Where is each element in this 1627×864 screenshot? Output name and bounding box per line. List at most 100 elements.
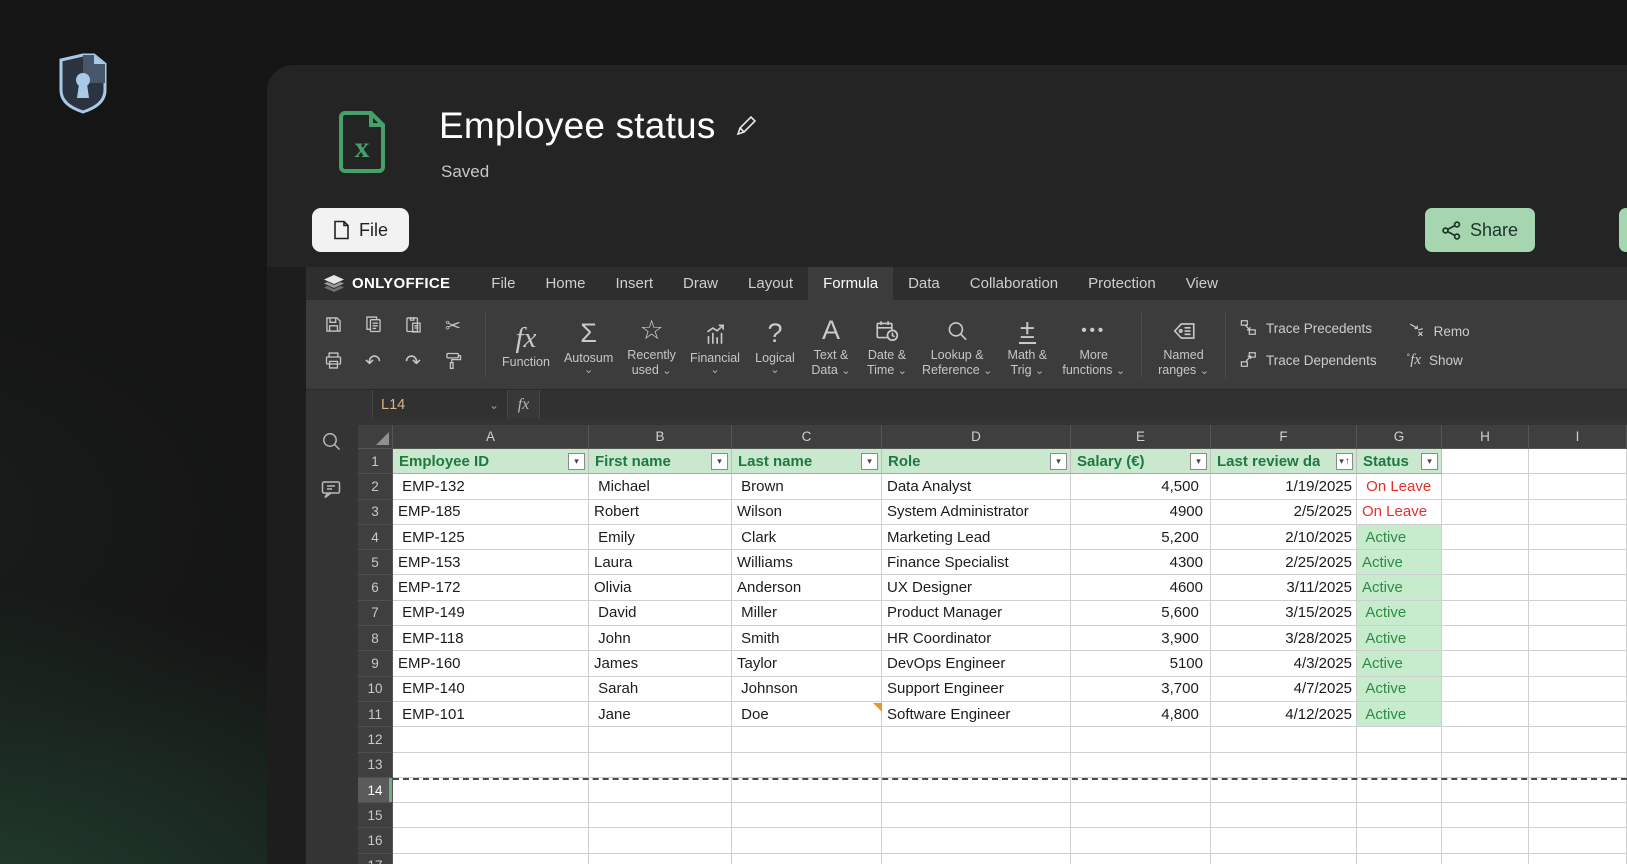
- cell-H12[interactable]: [1442, 727, 1529, 753]
- cell-E6[interactable]: 4600: [1071, 575, 1211, 601]
- tab-home[interactable]: Home: [530, 267, 600, 300]
- cell-A10[interactable]: EMP-140: [393, 676, 589, 702]
- row-header-17[interactable]: 17: [358, 853, 393, 864]
- cell-C2[interactable]: Brown: [732, 474, 882, 500]
- save-button[interactable]: [318, 311, 348, 343]
- recently-used-button[interactable]: ☆ Recently used ⌄: [620, 310, 683, 380]
- cell-I4[interactable]: [1529, 524, 1627, 551]
- row-header-7[interactable]: 7: [358, 600, 393, 627]
- cell-H17[interactable]: [1442, 853, 1529, 864]
- filter-button[interactable]: ▾: [1050, 452, 1067, 470]
- column-header-A[interactable]: A: [393, 425, 589, 449]
- cell-C14[interactable]: [732, 777, 882, 804]
- cell-B9[interactable]: James: [589, 651, 732, 677]
- cell-B2[interactable]: Michael: [589, 474, 732, 500]
- cell-E11[interactable]: 4,800: [1071, 701, 1211, 728]
- cell-A5[interactable]: EMP-153: [393, 550, 589, 576]
- formula-input[interactable]: [540, 390, 1627, 419]
- cell-B6[interactable]: Olivia: [589, 575, 732, 601]
- cell-E17[interactable]: [1071, 853, 1211, 864]
- show-button[interactable]: °fx Show: [1407, 352, 1470, 369]
- row-header-9[interactable]: 9: [358, 651, 393, 677]
- cell-I5[interactable]: [1529, 550, 1627, 576]
- cell-E14[interactable]: [1071, 777, 1211, 804]
- tab-draw[interactable]: Draw: [668, 267, 733, 300]
- row-header-3[interactable]: 3: [358, 499, 393, 525]
- cell-I10[interactable]: [1529, 676, 1627, 702]
- remo-button[interactable]: Remo: [1407, 320, 1470, 342]
- cell-F6[interactable]: 3/11/2025: [1211, 575, 1357, 601]
- cell-D2[interactable]: Data Analyst: [882, 474, 1071, 500]
- lookup-reference-button[interactable]: Lookup & Reference ⌄: [915, 310, 999, 380]
- cell-H14[interactable]: [1442, 777, 1529, 804]
- table-header-cell[interactable]: First name ▾: [589, 449, 732, 475]
- cell-I9[interactable]: [1529, 651, 1627, 677]
- cell-H11[interactable]: [1442, 701, 1529, 728]
- cell-A12[interactable]: [393, 727, 589, 753]
- cell-G11[interactable]: Active: [1357, 701, 1442, 728]
- cell-C3[interactable]: Wilson: [732, 499, 882, 525]
- cell-H10[interactable]: [1442, 676, 1529, 702]
- cell-F17[interactable]: [1211, 853, 1357, 864]
- column-header-G[interactable]: G: [1357, 425, 1442, 449]
- cell-B14[interactable]: [589, 777, 732, 804]
- chevron-down-icon[interactable]: ⌄: [489, 398, 499, 412]
- cell-D12[interactable]: [882, 727, 1071, 753]
- cell-B12[interactable]: [589, 727, 732, 753]
- row-header-4[interactable]: 4: [358, 524, 393, 551]
- trace-precedents-button[interactable]: Trace Precedents: [1239, 318, 1377, 340]
- undo-button[interactable]: ↶: [358, 347, 388, 379]
- cell-D14[interactable]: [882, 777, 1071, 804]
- tab-protection[interactable]: Protection: [1073, 267, 1171, 300]
- cell-G12[interactable]: [1357, 727, 1442, 753]
- cell-C11[interactable]: Doe: [732, 701, 882, 728]
- filter-button[interactable]: ▾: [861, 452, 878, 470]
- column-header-B[interactable]: B: [589, 425, 732, 449]
- tab-formula[interactable]: Formula: [808, 267, 894, 300]
- column-header-I[interactable]: I: [1529, 425, 1627, 449]
- cell-D9[interactable]: DevOps Engineer: [882, 651, 1071, 677]
- cell-F16[interactable]: [1211, 828, 1357, 854]
- cell-I13[interactable]: [1529, 752, 1627, 778]
- autosum-button[interactable]: Σ Autosum ⌄: [557, 313, 620, 377]
- cell-B5[interactable]: Laura: [589, 550, 732, 576]
- table-header-cell[interactable]: Status ▾: [1357, 449, 1442, 475]
- cell-C4[interactable]: Clark: [732, 524, 882, 551]
- cell-H13[interactable]: [1442, 752, 1529, 778]
- cell-C10[interactable]: Johnson: [732, 676, 882, 702]
- cell-D4[interactable]: Marketing Lead: [882, 524, 1071, 551]
- cell-H3[interactable]: [1442, 499, 1529, 525]
- cell-H15[interactable]: [1442, 803, 1529, 829]
- row-header-5[interactable]: 5: [358, 550, 393, 576]
- share-button[interactable]: Share: [1425, 208, 1535, 252]
- cell-G3[interactable]: On Leave: [1357, 499, 1442, 525]
- cell-E5[interactable]: 4300: [1071, 550, 1211, 576]
- named-ranges-button[interactable]: Named ranges ⌄: [1151, 310, 1216, 380]
- column-header-H[interactable]: H: [1442, 425, 1529, 449]
- row-header-8[interactable]: 8: [358, 626, 393, 652]
- table-header-cell[interactable]: Role ▾: [882, 449, 1071, 475]
- cell-A3[interactable]: EMP-185: [393, 499, 589, 525]
- copy-button[interactable]: [358, 311, 388, 343]
- cell-H6[interactable]: [1442, 575, 1529, 601]
- cell-A2[interactable]: EMP-132: [393, 474, 589, 500]
- cell-C15[interactable]: [732, 803, 882, 829]
- tab-layout[interactable]: Layout: [733, 267, 808, 300]
- row-header-16[interactable]: 16: [358, 828, 393, 854]
- cell-I8[interactable]: [1529, 626, 1627, 652]
- cell-A14[interactable]: [393, 777, 589, 804]
- clipped-action-button[interactable]: [1619, 208, 1627, 252]
- cell-D13[interactable]: [882, 752, 1071, 778]
- cell-A9[interactable]: EMP-160: [393, 651, 589, 677]
- format-painter-button[interactable]: [438, 347, 468, 379]
- cell-G8[interactable]: Active: [1357, 626, 1442, 652]
- cell-D16[interactable]: [882, 828, 1071, 854]
- cell-C13[interactable]: [732, 752, 882, 778]
- cell-H1[interactable]: [1442, 449, 1529, 475]
- cell-name-box[interactable]: L14 ⌄: [372, 390, 508, 419]
- column-header-F[interactable]: F: [1211, 425, 1357, 449]
- cell-B3[interactable]: Robert: [589, 499, 732, 525]
- cell-B15[interactable]: [589, 803, 732, 829]
- cell-A8[interactable]: EMP-118: [393, 626, 589, 652]
- row-header-1[interactable]: 1: [358, 449, 393, 475]
